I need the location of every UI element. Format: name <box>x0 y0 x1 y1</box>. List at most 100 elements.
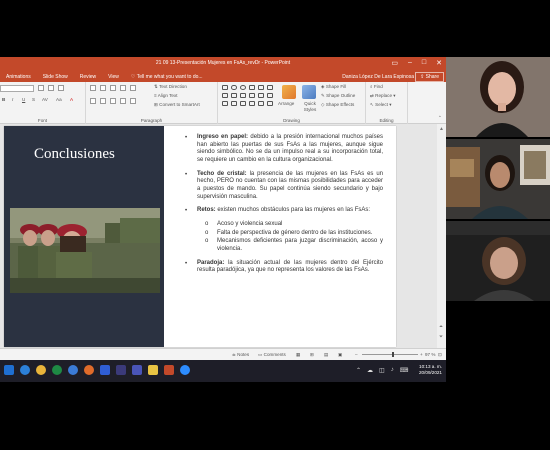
shape-hexagon-icon[interactable] <box>249 101 255 106</box>
underline-icon[interactable]: U <box>22 97 25 102</box>
shape-fill-button[interactable]: ◈ Shape Fill <box>321 84 346 90</box>
language-icon[interactable]: ⌨ <box>400 367 409 374</box>
shape-line-icon[interactable] <box>249 85 255 90</box>
file-explorer-icon[interactable] <box>148 365 158 375</box>
replace-button[interactable]: ⇄ Replace ▾ <box>370 93 396 99</box>
align-center-icon[interactable] <box>100 98 106 104</box>
normal-view-icon[interactable]: ▦ <box>296 352 300 358</box>
participant-video-2[interactable] <box>446 139 550 219</box>
vertical-scrollbar[interactable]: ▲ ⏶ ⏷ <box>437 124 446 372</box>
reading-view-icon[interactable]: ▤ <box>324 352 328 358</box>
shape-rectangle-icon[interactable] <box>222 85 228 90</box>
network-icon[interactable]: ◫ <box>379 367 385 374</box>
align-right-icon[interactable] <box>110 98 116 104</box>
word-icon[interactable] <box>100 365 110 375</box>
justify-icon[interactable] <box>120 98 126 104</box>
shape-effects-button[interactable]: ◇ Shape Effects <box>321 102 354 108</box>
fit-slide-icon[interactable]: ⊡ <box>438 352 442 358</box>
slide-sorter-icon[interactable]: ⊞ <box>310 352 314 358</box>
quick-styles-icon[interactable] <box>302 85 316 99</box>
shape-star-icon[interactable] <box>231 93 237 98</box>
zoom-slider[interactable] <box>362 352 418 357</box>
onedrive-icon[interactable]: ☁ <box>367 367 373 374</box>
font-name-dropdown[interactable] <box>0 85 34 92</box>
chevron-up-icon[interactable]: ⌃ <box>356 367 361 374</box>
tab-review[interactable]: Review <box>74 74 102 80</box>
decrease-indent-icon[interactable] <box>110 85 116 91</box>
zoom-out-icon[interactable]: – <box>355 352 358 357</box>
ribbon-display-icon[interactable]: ▭ <box>391 59 398 67</box>
font-color-icon[interactable]: A <box>70 97 73 102</box>
close-button[interactable]: ✕ <box>436 59 442 67</box>
participant-video-1[interactable] <box>446 57 550 137</box>
quick-styles-label[interactable]: Quick Styles <box>300 101 320 112</box>
change-case-icon[interactable]: Aa <box>56 97 62 102</box>
soldiers-photo[interactable] <box>10 208 160 293</box>
volume-icon[interactable]: ♪ <box>391 367 394 374</box>
tab-animations[interactable]: Animations <box>0 74 37 80</box>
italic-icon[interactable]: I <box>12 97 13 102</box>
start-icon[interactable] <box>4 365 14 375</box>
next-slide-icon[interactable]: ⏷ <box>439 334 443 340</box>
firefox-icon[interactable] <box>84 365 94 375</box>
zoom-slider-thumb[interactable] <box>391 352 394 357</box>
shape-callout-icon[interactable] <box>222 93 228 98</box>
shape-bracket-icon[interactable] <box>249 93 255 98</box>
numbering-icon[interactable] <box>100 85 106 91</box>
tell-me-search[interactable]: ♡ Tell me what you want to do... <box>131 74 203 80</box>
clear-format-icon[interactable] <box>58 85 64 91</box>
shape-curve-icon[interactable] <box>258 93 264 98</box>
conclusions-list[interactable]: • Ingreso en papel: debido a la presión … <box>183 134 383 281</box>
notes-button[interactable]: ≐ Notes <box>232 352 249 358</box>
browser-icon[interactable] <box>68 365 78 375</box>
premiere-icon[interactable] <box>116 365 126 375</box>
shape-outline-button[interactable]: ✎ Shape Outline <box>321 93 355 99</box>
increase-indent-icon[interactable] <box>120 85 126 91</box>
text-direction-button[interactable]: ⇅ Text Direction <box>154 84 187 90</box>
slide-heading[interactable]: Conclusiones <box>34 146 115 163</box>
slide-canvas[interactable]: Conclusiones • Ingreso en papel: debido … <box>4 126 396 347</box>
bullets-icon[interactable] <box>90 85 96 91</box>
tab-slide-show[interactable]: Slide Show <box>37 74 74 80</box>
strikethrough-icon[interactable]: S <box>32 97 35 102</box>
share-button[interactable]: ⇪ Share <box>415 72 444 82</box>
maximize-button[interactable]: □ <box>422 59 426 67</box>
zoom-app-icon[interactable] <box>180 365 190 375</box>
chrome-icon[interactable] <box>36 365 46 375</box>
chrome-profile-icon[interactable] <box>52 365 62 375</box>
shape-bent-icon[interactable] <box>231 101 237 106</box>
edge-icon[interactable] <box>20 365 30 375</box>
shape-moon-icon[interactable] <box>267 101 273 106</box>
slideshow-view-icon[interactable]: ▣ <box>338 352 342 358</box>
participant-video-3[interactable] <box>446 221 550 301</box>
arrange-icon[interactable] <box>282 85 296 99</box>
font-size-up-icon[interactable] <box>38 85 44 91</box>
prev-slide-icon[interactable]: ⏶ <box>439 324 443 330</box>
clock[interactable]: 10:13 a. m. 20/09/2021 <box>419 364 442 377</box>
shape-rounded-icon[interactable] <box>231 85 237 90</box>
char-spacing-icon[interactable]: AV <box>42 97 48 102</box>
shape-triangle-icon[interactable] <box>267 85 273 90</box>
select-button[interactable]: ↖ Select ▾ <box>370 102 392 108</box>
line-spacing-icon[interactable] <box>130 85 136 91</box>
tab-view[interactable]: View <box>102 74 125 80</box>
bold-icon[interactable]: B <box>2 97 5 102</box>
align-left-icon[interactable] <box>90 98 96 104</box>
shape-brace-icon[interactable] <box>240 93 246 98</box>
convert-smartart-button[interactable]: ⊞ Convert to SmartArt <box>154 102 200 108</box>
shape-arrow-icon[interactable] <box>258 85 264 90</box>
shape-heart-icon[interactable] <box>258 101 264 106</box>
columns-icon[interactable] <box>130 98 136 104</box>
collapse-ribbon-icon[interactable]: ⌃ <box>438 115 442 121</box>
align-text-button[interactable]: ≡ Align Text <box>154 93 178 98</box>
scroll-up-icon[interactable]: ▲ <box>439 126 444 132</box>
zoom-level[interactable]: 97 % <box>425 352 435 357</box>
shape-flow-icon[interactable] <box>222 101 228 106</box>
shape-pentagon-icon[interactable] <box>240 101 246 106</box>
user-name[interactable]: Daniza López De Lara Espinosa <box>342 74 414 80</box>
zoom-in-icon[interactable]: + <box>420 352 423 357</box>
shape-more-icon[interactable] <box>267 93 273 98</box>
shape-oval-icon[interactable] <box>240 85 246 90</box>
find-button[interactable]: ⌕ Find <box>370 84 383 89</box>
teams-icon[interactable] <box>132 365 142 375</box>
